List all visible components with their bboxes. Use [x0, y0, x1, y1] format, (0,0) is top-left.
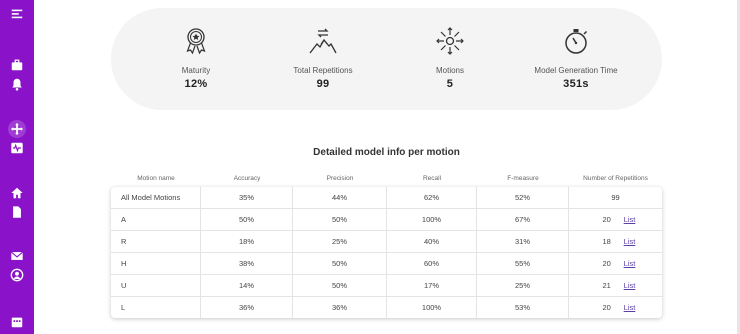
- motions-label: Motions: [435, 66, 464, 75]
- f-measure-cell: 53%: [477, 297, 569, 318]
- list-link[interactable]: List: [624, 215, 636, 224]
- repetitions-count: 20: [602, 303, 611, 312]
- precision-cell: 50%: [293, 209, 387, 230]
- sidebar: [0, 0, 34, 334]
- repetitions-count: 20: [602, 215, 611, 224]
- motions-stat: Motions 5: [385, 8, 515, 110]
- model-generation-time-value: 351s: [563, 78, 589, 90]
- table-row: L 36% 36% 100% 53% 20 List: [111, 297, 662, 318]
- recall-cell: 62%: [387, 187, 477, 208]
- precision-cell: 50%: [293, 253, 387, 274]
- repetitions-cell: 18 List: [569, 231, 662, 252]
- accuracy-cell: 38%: [201, 253, 293, 274]
- repetitions-count: 21: [602, 281, 611, 290]
- header-accuracy: Accuracy: [233, 175, 261, 182]
- precision-cell: 44%: [293, 187, 387, 208]
- move-icon[interactable]: [8, 120, 26, 138]
- recall-cell: 100%: [387, 209, 477, 230]
- award-ribbon-icon: [181, 26, 211, 56]
- menu-icon[interactable]: [9, 6, 25, 22]
- precision-cell: 36%: [293, 297, 387, 318]
- table-row: R 18% 25% 40% 31% 18 List: [111, 231, 662, 253]
- document-icon[interactable]: [9, 204, 25, 220]
- move-arrows-icon: [435, 26, 465, 56]
- precision-cell: 50%: [293, 275, 387, 296]
- repeat-mountain-icon: [308, 26, 338, 56]
- total-repetitions-label: Total Repetitions: [293, 66, 353, 75]
- list-link[interactable]: List: [624, 259, 636, 268]
- repetitions-cell: 20 List: [569, 209, 662, 230]
- f-measure-cell: 25%: [477, 275, 569, 296]
- briefcase-icon[interactable]: [9, 57, 25, 73]
- list-link[interactable]: List: [624, 237, 636, 246]
- table-row: A 50% 50% 100% 67% 20 List: [111, 209, 662, 231]
- repetitions-cell: 20 List: [569, 253, 662, 274]
- recall-cell: 40%: [387, 231, 477, 252]
- motions-value: 5: [446, 78, 454, 90]
- repetitions-count: 20: [602, 259, 611, 268]
- repetitions-cell: 20 List: [569, 297, 662, 318]
- motion-name-cell: All Model Motions: [111, 187, 201, 208]
- total-repetitions-value: 99: [316, 78, 330, 90]
- bell-icon[interactable]: [9, 76, 25, 92]
- accuracy-cell: 36%: [201, 297, 293, 318]
- mail-icon[interactable]: [9, 248, 25, 264]
- header-f-measure: F-measure: [507, 175, 539, 182]
- repetitions-cell: 21 List: [569, 275, 662, 296]
- accuracy-cell: 18%: [201, 231, 293, 252]
- list-link[interactable]: List: [624, 303, 636, 312]
- table-body: All Model Motions 35% 44% 62% 52% 99 A 5…: [111, 187, 662, 318]
- accuracy-cell: 14%: [201, 275, 293, 296]
- header-motion-name: Motion name: [137, 175, 175, 182]
- table-row: U 14% 50% 17% 25% 21 List: [111, 275, 662, 297]
- maturity-label: Maturity: [181, 66, 211, 75]
- stopwatch-icon: [561, 26, 591, 56]
- repetitions-cell: 99: [569, 187, 662, 208]
- motion-name-cell: R: [111, 231, 201, 252]
- table-row: H 38% 50% 60% 55% 20 List: [111, 253, 662, 275]
- table-header: Motion name Accuracy Precision Recall F-…: [111, 170, 662, 187]
- section-title: Detailed model info per motion: [313, 147, 460, 158]
- f-measure-cell: 55%: [477, 253, 569, 274]
- f-measure-cell: 31%: [477, 231, 569, 252]
- f-measure-cell: 67%: [477, 209, 569, 230]
- waveform-icon[interactable]: [9, 140, 25, 156]
- accuracy-cell: 50%: [201, 209, 293, 230]
- repetitions-count: 18: [602, 237, 611, 246]
- motion-name-cell: A: [111, 209, 201, 230]
- maturity-stat: Maturity 12%: [131, 8, 261, 110]
- recall-cell: 100%: [387, 297, 477, 318]
- total-repetitions-stat: Total Repetitions 99: [258, 8, 388, 110]
- recall-cell: 17%: [387, 275, 477, 296]
- motion-name-cell: H: [111, 253, 201, 274]
- motion-info-table: Motion name Accuracy Precision Recall F-…: [111, 170, 662, 318]
- motion-name-cell: U: [111, 275, 201, 296]
- model-generation-time-stat: Model Generation Time 351s: [511, 8, 641, 110]
- repetitions-count: 99: [611, 193, 620, 202]
- accuracy-cell: 35%: [201, 187, 293, 208]
- header-recall: Recall: [422, 175, 442, 182]
- list-link[interactable]: List: [624, 281, 636, 290]
- model-summary-card: Maturity 12% Total Repetitions 99 Motion…: [111, 8, 662, 110]
- motion-name-cell: L: [111, 297, 201, 318]
- recall-cell: 60%: [387, 253, 477, 274]
- model-generation-time-label: Model Generation Time: [534, 66, 618, 75]
- header-number-of-repetitions: Number of Repetitions: [583, 175, 648, 182]
- maturity-value: 12%: [184, 78, 208, 90]
- precision-cell: 25%: [293, 231, 387, 252]
- calendar-icon[interactable]: [9, 314, 25, 330]
- f-measure-cell: 52%: [477, 187, 569, 208]
- table-row: All Model Motions 35% 44% 62% 52% 99: [111, 187, 662, 209]
- user-icon[interactable]: [9, 267, 25, 283]
- home-icon[interactable]: [9, 185, 25, 201]
- header-precision: Precision: [326, 175, 354, 182]
